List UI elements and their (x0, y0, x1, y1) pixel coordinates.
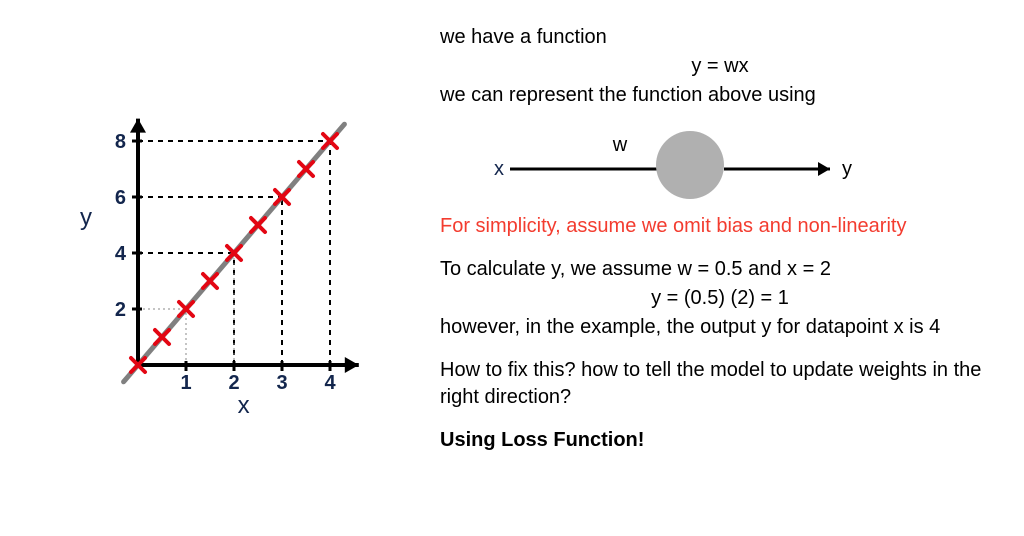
neuron-w-label: w (612, 134, 628, 156)
svg-text:6: 6 (115, 187, 126, 209)
svg-text:2: 2 (115, 299, 126, 321)
line-calc-eq: y = (0.5) (2) = 1 (440, 285, 1000, 312)
line-equation: y = wx (440, 53, 1000, 80)
neuron-diagram: x w y (470, 117, 890, 203)
svg-text:3: 3 (276, 372, 287, 394)
line-intro: we have a function (440, 24, 1000, 51)
scatter-chart: 1 2 3 4 2 4 6 8 x y (58, 85, 368, 415)
svg-text:x: x (238, 392, 250, 415)
line-assumption: For simplicity, assume we omit bias and … (440, 213, 1000, 240)
neuron-x-label: x (494, 158, 504, 180)
line-question: How to fix this? how to tell the model t… (440, 357, 1000, 411)
svg-text:2: 2 (228, 372, 239, 394)
line-mismatch: however, in the example, the output y fo… (440, 314, 1000, 341)
svg-text:8: 8 (115, 131, 126, 153)
line-answer: Using Loss Function! (440, 427, 1000, 454)
svg-text:y: y (80, 204, 92, 231)
svg-text:4: 4 (324, 372, 336, 394)
neuron-svg: x w y (470, 117, 890, 203)
chart-container: 1 2 3 4 2 4 6 8 x y (58, 85, 368, 415)
explanation-panel: we have a function y = wx we can represe… (440, 24, 1000, 456)
svg-text:4: 4 (115, 243, 127, 265)
line-represent: we can represent the function above usin… (440, 82, 1000, 109)
line-calc-intro: To calculate y, we assume w = 0.5 and x … (440, 256, 1000, 283)
neuron-y-label: y (842, 158, 852, 180)
svg-text:1: 1 (180, 372, 191, 394)
